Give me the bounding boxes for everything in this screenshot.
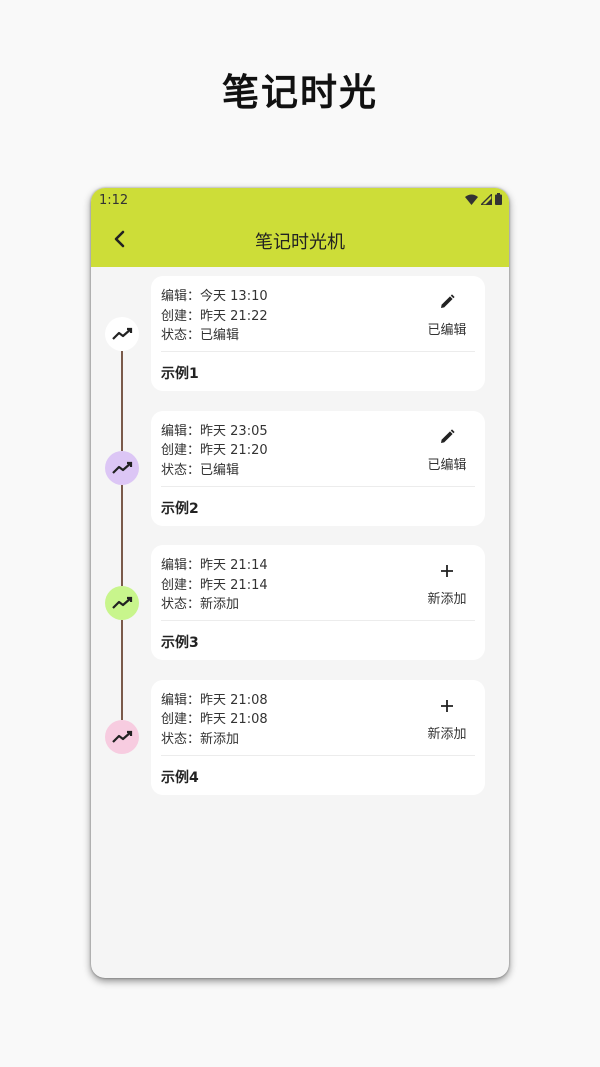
note-title: 示例4 xyxy=(161,769,199,786)
state-value: 已编辑 xyxy=(200,462,240,478)
timeline-node xyxy=(105,585,139,620)
app-bar: 笔记时光机 xyxy=(91,212,509,267)
created-time: 昨天 21:22 xyxy=(200,308,268,324)
note-card[interactable]: 编辑：昨天 21:14 创建：昨天 21:14 状态：新添加 新添加 示例3 xyxy=(151,545,485,660)
state-row: 状态：新添加 xyxy=(161,730,268,750)
pencil-icon xyxy=(435,425,459,449)
status-icons xyxy=(465,193,502,205)
note-action-button[interactable]: 新添加 xyxy=(417,559,477,607)
card-divider xyxy=(161,351,475,352)
note-action-label: 已编辑 xyxy=(427,323,467,338)
plus-icon xyxy=(435,559,459,583)
timeline-node xyxy=(105,451,139,485)
created-time: 昨天 21:20 xyxy=(200,443,268,458)
edited-time: 今天 13:10 xyxy=(200,289,268,304)
trend-icon xyxy=(112,596,133,609)
edited-label: 编辑： xyxy=(161,289,201,304)
trend-icon xyxy=(112,327,133,340)
edited-time: 昨天 23:05 xyxy=(200,423,268,439)
battery-icon xyxy=(495,193,502,205)
trend-icon xyxy=(112,730,133,743)
edited-row: 编辑：今天 13:10 xyxy=(161,287,268,307)
edited-time: 昨天 21:08 xyxy=(200,692,268,708)
card-divider xyxy=(161,620,475,621)
promo-title: 笔记时光 xyxy=(222,71,378,114)
signal-icon xyxy=(481,193,492,205)
state-value: 已编辑 xyxy=(200,328,240,343)
edited-label: 编辑： xyxy=(161,423,201,439)
note-meta: 编辑：昨天 23:05 创建：昨天 21:20 状态：已编辑 xyxy=(161,422,268,481)
note-card[interactable]: 编辑：昨天 23:05 创建：昨天 21:20 状态：已编辑 已编辑 示例2 xyxy=(151,410,485,526)
note-title: 示例3 xyxy=(161,635,199,651)
timeline-connector xyxy=(121,485,123,586)
note-action-label: 新添加 xyxy=(427,726,467,742)
edited-label: 编辑： xyxy=(161,692,201,708)
state-label: 状态： xyxy=(161,731,201,747)
created-label: 创建： xyxy=(161,443,201,458)
state-label: 状态： xyxy=(161,462,201,478)
edited-row: 编辑：昨天 21:08 xyxy=(161,691,268,711)
note-action-label: 新添加 xyxy=(427,592,467,607)
state-value: 新添加 xyxy=(200,597,240,612)
created-row: 创建：昨天 21:22 xyxy=(161,307,268,327)
created-time: 昨天 21:08 xyxy=(200,712,268,727)
pencil-icon xyxy=(435,290,459,314)
timeline-node xyxy=(105,720,139,754)
status-bar: 1:12 xyxy=(91,188,509,212)
created-row: 创建：昨天 21:20 xyxy=(161,441,268,461)
edited-time: 昨天 21:14 xyxy=(200,558,268,573)
trend-icon xyxy=(112,461,133,474)
timeline-connector xyxy=(121,350,123,451)
state-value: 新添加 xyxy=(200,731,240,747)
card-divider xyxy=(161,485,475,487)
note-action-button[interactable]: 新添加 xyxy=(417,694,477,742)
note-meta: 编辑：昨天 21:14 创建：昨天 21:14 状态：新添加 xyxy=(161,556,268,615)
note-action-button[interactable]: 已编辑 xyxy=(417,425,477,473)
created-label: 创建： xyxy=(161,577,201,593)
state-label: 状态： xyxy=(161,597,201,612)
phone-frame: 1:12 笔记时光机 编辑：今天 13:10 创建：昨天 21:22 状态：已编辑已… xyxy=(91,188,509,978)
note-action-label: 已编辑 xyxy=(427,457,467,473)
note-meta: 编辑：今天 13:10 创建：昨天 21:22 状态：已编辑 xyxy=(161,287,268,346)
note-card[interactable]: 编辑：昨天 21:08 创建：昨天 21:08 状态：新添加 新添加 示例4 xyxy=(151,679,485,795)
edited-row: 编辑：昨天 23:05 xyxy=(161,422,268,442)
state-row: 状态：已编辑 xyxy=(161,461,268,481)
created-label: 创建： xyxy=(161,308,201,324)
note-title: 示例2 xyxy=(161,500,199,517)
app-title: 笔记时光机 xyxy=(255,232,345,253)
wifi-icon xyxy=(465,194,478,205)
state-label: 状态： xyxy=(161,328,201,343)
edited-label: 编辑： xyxy=(161,558,201,573)
timeline-node xyxy=(105,316,139,351)
created-row: 创建：昨天 21:08 xyxy=(161,710,268,730)
note-meta: 编辑：昨天 21:08 创建：昨天 21:08 状态：新添加 xyxy=(161,691,268,750)
edited-row: 编辑：昨天 21:14 xyxy=(161,556,268,576)
timeline-connector xyxy=(121,619,123,720)
note-card[interactable]: 编辑：今天 13:10 创建：昨天 21:22 状态：已编辑 已编辑 示例1 xyxy=(151,276,485,391)
plus-icon xyxy=(435,694,459,718)
state-row: 状态：新添加 xyxy=(161,595,268,615)
card-divider xyxy=(161,754,475,756)
created-row: 创建：昨天 21:14 xyxy=(161,576,268,596)
created-time: 昨天 21:14 xyxy=(200,577,268,593)
state-row: 状态：已编辑 xyxy=(161,326,268,346)
note-action-button[interactable]: 已编辑 xyxy=(417,290,477,338)
status-time: 1:12 xyxy=(99,193,129,208)
note-title: 示例1 xyxy=(161,366,199,382)
created-label: 创建： xyxy=(161,712,201,727)
